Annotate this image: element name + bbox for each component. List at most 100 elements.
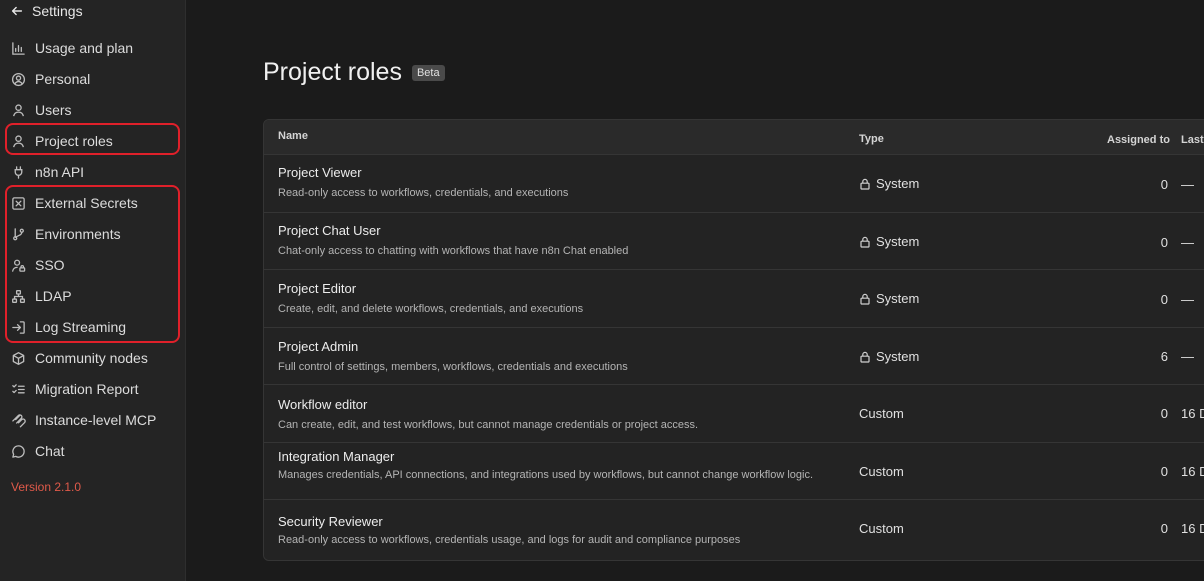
sidebar-item-external-secrets[interactable]: External Secrets bbox=[10, 190, 138, 216]
role-last-updated: — bbox=[1181, 177, 1194, 192]
sidebar-item-community-nodes[interactable]: Community nodes bbox=[10, 345, 148, 371]
role-description: Chat-only access to chatting with workfl… bbox=[278, 245, 629, 257]
sidebar-item-label: Migration Report bbox=[35, 381, 139, 397]
settings-sidebar: Settings Usage and plan Personal Users P… bbox=[0, 0, 186, 581]
sidebar-item-ldap[interactable]: LDAP bbox=[10, 283, 72, 309]
sidebar-item-log-streaming[interactable]: Log Streaming bbox=[10, 314, 126, 340]
role-last-updated: 16 D bbox=[1181, 406, 1204, 421]
log-in-icon bbox=[10, 319, 26, 335]
role-last-updated: 16 D bbox=[1181, 464, 1204, 479]
role-assigned-count: 6 bbox=[1160, 349, 1168, 364]
sidebar-item-label: LDAP bbox=[35, 288, 72, 304]
role-type: Custom bbox=[859, 406, 904, 421]
role-assigned-count: 0 bbox=[1160, 292, 1168, 307]
role-name: Project Editor bbox=[278, 281, 357, 296]
sidebar-item-migration-report[interactable]: Migration Report bbox=[10, 376, 139, 402]
sidebar-item-usage-and-plan[interactable]: Usage and plan bbox=[10, 35, 133, 61]
box-icon bbox=[10, 350, 26, 366]
role-type: System bbox=[859, 234, 919, 249]
role-assigned-count: 0 bbox=[1160, 235, 1168, 250]
sidebar-item-chat[interactable]: Chat bbox=[10, 438, 65, 464]
table-row[interactable]: Integration Manager Manages credentials,… bbox=[264, 443, 1204, 500]
user-icon bbox=[10, 133, 26, 149]
sidebar-item-label: Users bbox=[35, 102, 72, 118]
sidebar-item-label: Instance-level MCP bbox=[35, 412, 157, 428]
plug-icon bbox=[10, 164, 26, 180]
role-last-updated: — bbox=[1181, 292, 1194, 307]
role-name: Workflow editor bbox=[278, 397, 368, 412]
chat-icon bbox=[10, 443, 26, 459]
role-name: Project Admin bbox=[278, 339, 359, 354]
user-lock-icon bbox=[10, 257, 26, 273]
table-row[interactable]: Security Reviewer Read-only access to wo… bbox=[264, 500, 1204, 560]
beta-badge: Beta bbox=[411, 64, 445, 81]
sidebar-item-label: Chat bbox=[35, 443, 65, 459]
role-name: Integration Manager bbox=[278, 449, 395, 464]
lock-icon bbox=[860, 351, 870, 363]
git-branch-icon bbox=[10, 226, 26, 242]
role-type: System bbox=[859, 349, 919, 364]
version-label: Version 2.1.0 bbox=[11, 480, 82, 494]
square-x-icon bbox=[10, 195, 26, 211]
role-type: Custom bbox=[859, 464, 904, 479]
sidebar-item-project-roles[interactable]: Project roles bbox=[10, 128, 113, 154]
table-row[interactable]: Project Viewer Read-only access to workf… bbox=[264, 155, 1204, 213]
role-description: Manages credentials, API connections, an… bbox=[278, 469, 814, 481]
sidebar-item-instance-level-mcp[interactable]: Instance-level MCP bbox=[10, 407, 156, 433]
table-row[interactable]: Project Admin Full control of settings, … bbox=[264, 328, 1204, 385]
page-header: Project roles Beta bbox=[263, 58, 445, 87]
role-description: Read-only access to workflows, credentia… bbox=[278, 187, 569, 199]
role-description: Create, edit, and delete workflows, cred… bbox=[278, 303, 584, 315]
sidebar-item-n8n-api[interactable]: n8n API bbox=[10, 159, 84, 185]
column-header-name[interactable]: Name bbox=[278, 130, 308, 142]
sidebar-item-label: Environments bbox=[35, 226, 121, 242]
sidebar-item-personal[interactable]: Personal bbox=[10, 66, 90, 92]
role-type: System bbox=[859, 176, 919, 191]
role-assigned-count: 0 bbox=[1160, 177, 1168, 192]
sidebar-item-label: SSO bbox=[35, 257, 65, 273]
sidebar-item-environments[interactable]: Environments bbox=[10, 221, 121, 247]
list-checks-icon bbox=[10, 381, 26, 397]
sidebar-item-label: Usage and plan bbox=[35, 40, 134, 56]
role-assigned-count: 0 bbox=[1160, 406, 1168, 421]
role-last-updated: — bbox=[1181, 349, 1194, 364]
role-last-updated: 16 D bbox=[1181, 521, 1204, 536]
roles-table: Name Type Assigned to Last Project Viewe… bbox=[263, 119, 1204, 561]
user-icon bbox=[10, 102, 26, 118]
table-row[interactable]: Project Chat User Chat-only access to ch… bbox=[264, 213, 1204, 270]
table-header: Name Type Assigned to Last bbox=[264, 120, 1204, 155]
role-type: Custom bbox=[859, 521, 904, 536]
sidebar-item-sso[interactable]: SSO bbox=[10, 252, 65, 278]
role-last-updated: — bbox=[1181, 235, 1194, 250]
table-row[interactable]: Project Editor Create, edit, and delete … bbox=[264, 270, 1204, 328]
back-to-settings[interactable]: Settings bbox=[10, 2, 83, 20]
page-title: Project roles bbox=[263, 58, 402, 86]
sidebar-item-label: Personal bbox=[35, 71, 91, 87]
table-row[interactable]: Workflow editor Can create, edit, and te… bbox=[264, 385, 1204, 443]
sidebar-title: Settings bbox=[32, 3, 83, 19]
role-name: Security Reviewer bbox=[278, 514, 383, 529]
bar-chart-icon bbox=[10, 40, 26, 56]
column-header-type[interactable]: Type bbox=[859, 133, 884, 145]
sidebar-item-label: Log Streaming bbox=[35, 319, 127, 335]
role-assigned-count: 0 bbox=[1160, 464, 1168, 479]
sidebar-item-label: n8n API bbox=[35, 164, 85, 180]
role-name: Project Viewer bbox=[278, 165, 362, 180]
arrow-left-icon bbox=[11, 6, 23, 16]
sidebar-item-label: Project roles bbox=[35, 133, 113, 149]
role-description: Full control of settings, members, workf… bbox=[278, 361, 628, 373]
sidebar-item-label: Community nodes bbox=[35, 350, 148, 366]
mcp-icon bbox=[10, 412, 26, 428]
user-circle-icon bbox=[10, 71, 26, 87]
sidebar-item-users[interactable]: Users bbox=[10, 97, 72, 123]
role-name: Project Chat User bbox=[278, 223, 381, 238]
lock-icon bbox=[860, 236, 870, 248]
lock-icon bbox=[860, 293, 870, 305]
role-assigned-count: 0 bbox=[1160, 521, 1168, 536]
column-header-assigned[interactable]: Assigned to bbox=[1107, 134, 1170, 146]
role-description: Can create, edit, and test workflows, bu… bbox=[278, 419, 699, 431]
sidebar-item-label: External Secrets bbox=[35, 195, 138, 211]
role-type: System bbox=[859, 291, 919, 306]
column-header-last[interactable]: Last bbox=[1181, 134, 1204, 146]
network-icon bbox=[10, 288, 26, 304]
